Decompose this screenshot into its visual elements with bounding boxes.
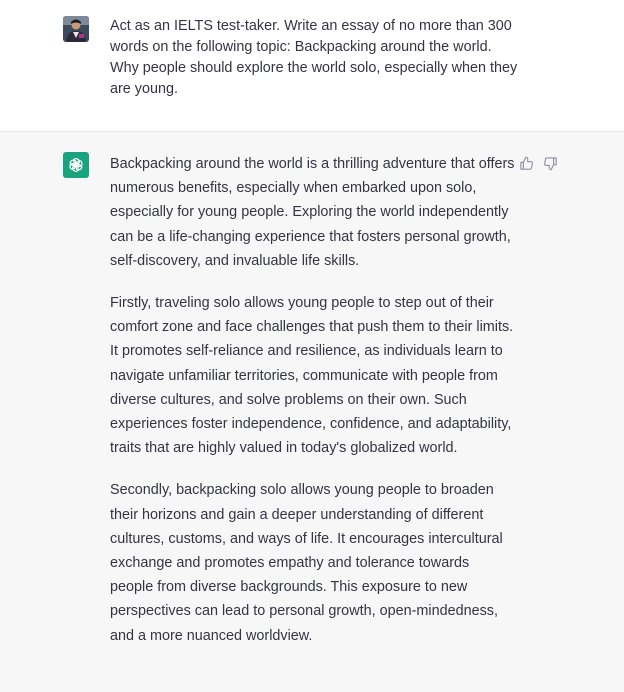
- thumbs-down-button[interactable]: [541, 154, 559, 172]
- thumbs-down-icon: [543, 156, 557, 170]
- user-avatar: [63, 16, 89, 42]
- chatgpt-avatar: [63, 152, 89, 178]
- chatgpt-logo-icon: [69, 158, 83, 172]
- thumbs-up-button[interactable]: [517, 154, 535, 172]
- assistant-message-text: Backpacking around the world is a thrill…: [110, 152, 515, 666]
- user-message-text: Act as an IELTS test-taker. Write an ess…: [110, 18, 518, 97]
- assistant-message: Backpacking around the world is a thrill…: [0, 132, 624, 692]
- user-avatar-photo: [63, 16, 89, 42]
- paragraph: Backpacking around the world is a thrill…: [110, 156, 515, 269]
- user-message: Act as an IELTS test-taker. Write an ess…: [0, 0, 624, 132]
- thumbs-up-icon: [519, 156, 533, 170]
- paragraph: Firstly, traveling solo allows young peo…: [110, 295, 514, 457]
- paragraph: Secondly, backpacking solo allows young …: [110, 482, 503, 644]
